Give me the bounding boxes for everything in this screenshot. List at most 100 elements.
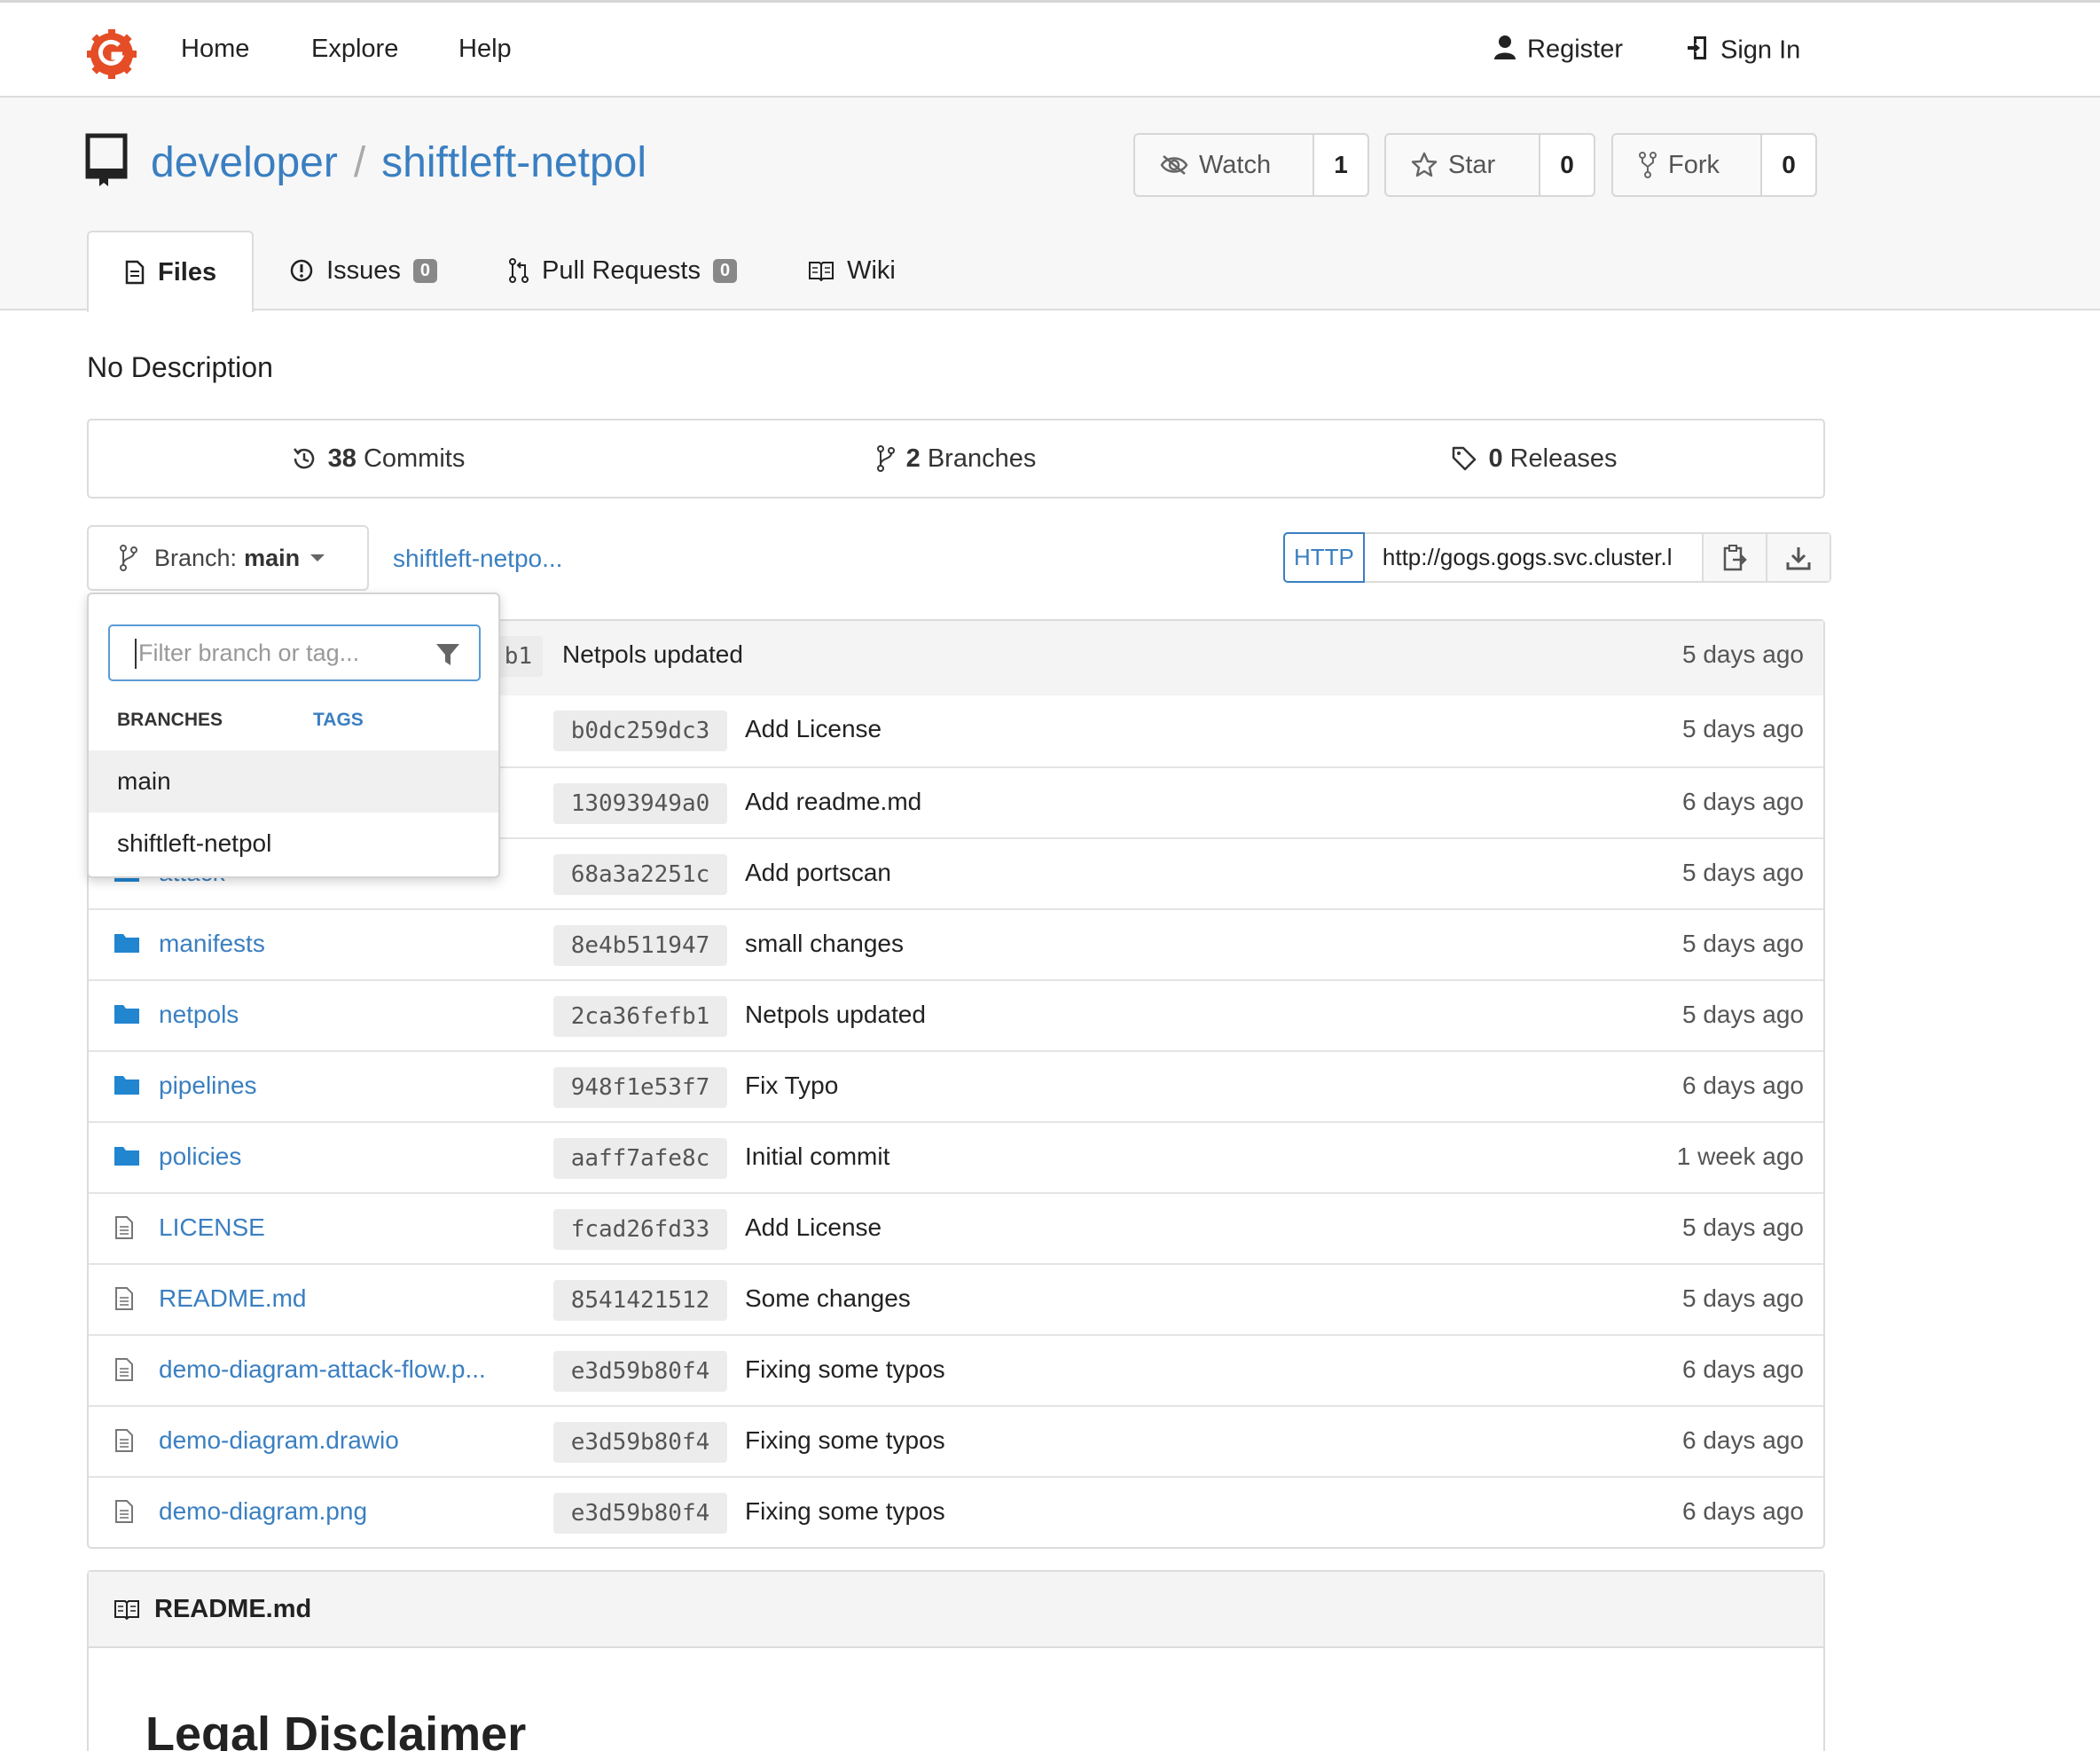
copy-clone-url-button[interactable] (1701, 534, 1766, 581)
file-name-link[interactable]: policies (159, 1142, 241, 1171)
file-name-link[interactable]: README.md (159, 1284, 306, 1313)
branch-selector-button[interactable]: Branch: main (87, 525, 369, 591)
releases-stat-link[interactable]: 0 Releases (1245, 420, 1823, 497)
user-icon (1493, 35, 1516, 67)
watch-button[interactable]: Watch (1135, 135, 1314, 195)
repo-description: No Description (87, 351, 273, 383)
commit-age: 5 days ago (1682, 930, 1804, 957)
commits-stat-link[interactable]: 38 Commits (89, 420, 667, 497)
commit-sha-link[interactable]: e3d59b80f4 (553, 1422, 727, 1463)
commit-message-link[interactable]: small changes (745, 930, 904, 958)
register-link[interactable]: Register (1493, 35, 1623, 67)
dropdown-tabs: BRANCHES TAGS (117, 710, 364, 731)
file-name-link[interactable]: demo-diagram.png (159, 1497, 367, 1526)
register-label: Register (1527, 35, 1623, 64)
commit-message-link[interactable]: Initial commit (745, 1142, 889, 1171)
nav-home-link[interactable]: Home (181, 35, 249, 64)
issue-opened-icon (290, 259, 313, 282)
breadcrumb-repo-link[interactable]: shiftleft-netpo... (393, 545, 562, 573)
file-name-link[interactable]: demo-diagram.drawio (159, 1426, 399, 1455)
tab-files[interactable]: Files (87, 231, 255, 312)
tags-tab[interactable]: TAGS (313, 710, 364, 731)
readme-panel: README.md Legal Disclaimer (87, 1570, 1825, 1751)
tab-wiki-label: Wiki (847, 255, 896, 285)
commit-message-link[interactable]: Add readme.md (745, 788, 921, 816)
commit-message-link[interactable]: Add License (745, 1213, 882, 1242)
watch-button-group: Watch 1 (1133, 133, 1369, 197)
readme-heading: Legal Disclaimer (145, 1708, 527, 1751)
branches-stat-link[interactable]: 2 Branches (667, 420, 1245, 497)
readme-filename: README.md (154, 1594, 312, 1623)
tab-pull-requests[interactable]: Pull Requests 0 (473, 231, 772, 310)
folder-icon (114, 1002, 140, 1030)
commit-sha-link[interactable]: 948f1e53f7 (553, 1067, 727, 1108)
sign-in-link[interactable]: Sign In (1687, 35, 1800, 68)
commit-message-link[interactable]: Fixing some typos (745, 1426, 945, 1455)
commit-sha-link[interactable]: aaff7afe8c (553, 1138, 727, 1179)
repo-name-link[interactable]: shiftleft-netpol (381, 139, 646, 186)
commit-sha-link[interactable]: fcad26fd33 (553, 1209, 727, 1250)
file-row: demo-diagram.drawio e3d59b80f4 Fixing some… (89, 1405, 1823, 1476)
eye-slash-icon (1160, 155, 1188, 175)
watch-label: Watch (1199, 150, 1272, 179)
file-row: LICENSE fcad26fd33 Add License 5 days ago (89, 1192, 1823, 1263)
branches-tab[interactable]: BRANCHES (117, 710, 223, 731)
releases-count: 0 (1488, 444, 1503, 473)
file-row: demo-diagram-attack-flow.p... e3d59b80f4 F… (89, 1334, 1823, 1405)
branches-count: 2 (905, 444, 921, 473)
current-branch-name: main (244, 544, 301, 571)
commit-age: 6 days ago (1682, 1497, 1804, 1525)
commit-message-link[interactable]: Fix Typo (745, 1072, 838, 1100)
gogs-logo-icon[interactable] (87, 29, 137, 79)
clone-url-input[interactable]: http://gogs.gogs.svc.cluster.l (1365, 534, 1702, 581)
git-branch-icon (876, 445, 895, 472)
dropdown-branch-item[interactable]: main (89, 750, 498, 813)
fork-button[interactable]: Fork (1613, 135, 1762, 195)
branch-filter-input[interactable]: Filter branch or tag... (108, 624, 481, 681)
commit-sha-link[interactable]: b0dc259dc3 (553, 711, 727, 751)
file-icon (114, 1286, 135, 1315)
fork-count[interactable]: 0 (1762, 135, 1815, 195)
commit-sha-link[interactable]: 8541421512 (553, 1280, 727, 1321)
repo-stats-bar: 38 Commits 2 Branches 0 Releases (87, 419, 1825, 499)
branch-prefix: Branch: (154, 544, 238, 571)
commit-sha-link[interactable]: e3d59b80f4 (553, 1493, 727, 1534)
file-name-link[interactable]: LICENSE (159, 1213, 265, 1242)
file-name-link[interactable]: netpols (159, 1001, 239, 1029)
commit-age: 5 days ago (1682, 859, 1804, 886)
commit-age: 6 days ago (1682, 1426, 1804, 1454)
commit-message-link[interactable]: Netpols updated (745, 1001, 926, 1029)
repo-owner-link[interactable]: developer (151, 139, 338, 186)
dropdown-branch-item[interactable]: shiftleft-netpol (89, 813, 498, 875)
file-name-link[interactable]: demo-diagram-attack-flow.p... (159, 1355, 486, 1384)
top-navbar: Home Explore Help Register Sign In (0, 0, 2100, 98)
commit-sha-link[interactable]: 8e4b511947 (553, 925, 727, 966)
star-button[interactable]: Star (1386, 135, 1540, 195)
latest-commit-message[interactable]: Netpols updated (562, 640, 743, 669)
nav-explore-link[interactable]: Explore (311, 35, 398, 64)
watch-count[interactable]: 1 (1314, 135, 1367, 195)
commit-age: 6 days ago (1682, 788, 1804, 815)
tab-wiki[interactable]: Wiki (772, 231, 931, 310)
commit-age: 5 days ago (1682, 1001, 1804, 1028)
commit-message-link[interactable]: Some changes (745, 1284, 911, 1313)
fork-label: Fork (1668, 150, 1720, 179)
commit-sha-link[interactable]: 2ca36fefb1 (553, 996, 727, 1037)
nav-help-link[interactable]: Help (458, 35, 512, 64)
file-name-link[interactable]: pipelines (159, 1072, 257, 1100)
tab-issues[interactable]: Issues 0 (254, 231, 473, 310)
star-count[interactable]: 0 (1540, 135, 1594, 195)
commit-sha-link[interactable]: e3d59b80f4 (553, 1351, 727, 1392)
repo-title-separator: / (353, 139, 366, 186)
commit-sha-link[interactable]: 68a3a2251c (553, 854, 727, 895)
commit-message-link[interactable]: Add License (745, 715, 882, 743)
commit-message-link[interactable]: Fixing some typos (745, 1355, 945, 1384)
git-branch-icon (120, 545, 137, 571)
commit-sha-link[interactable]: 13093949a0 (553, 783, 727, 824)
repo-book-icon (85, 133, 128, 191)
commit-message-link[interactable]: Add portscan (745, 859, 891, 887)
download-archive-button[interactable] (1765, 534, 1830, 581)
commit-message-link[interactable]: Fixing some typos (745, 1497, 945, 1526)
file-name-link[interactable]: manifests (159, 930, 265, 958)
http-protocol-button[interactable]: HTTP (1283, 532, 1365, 583)
